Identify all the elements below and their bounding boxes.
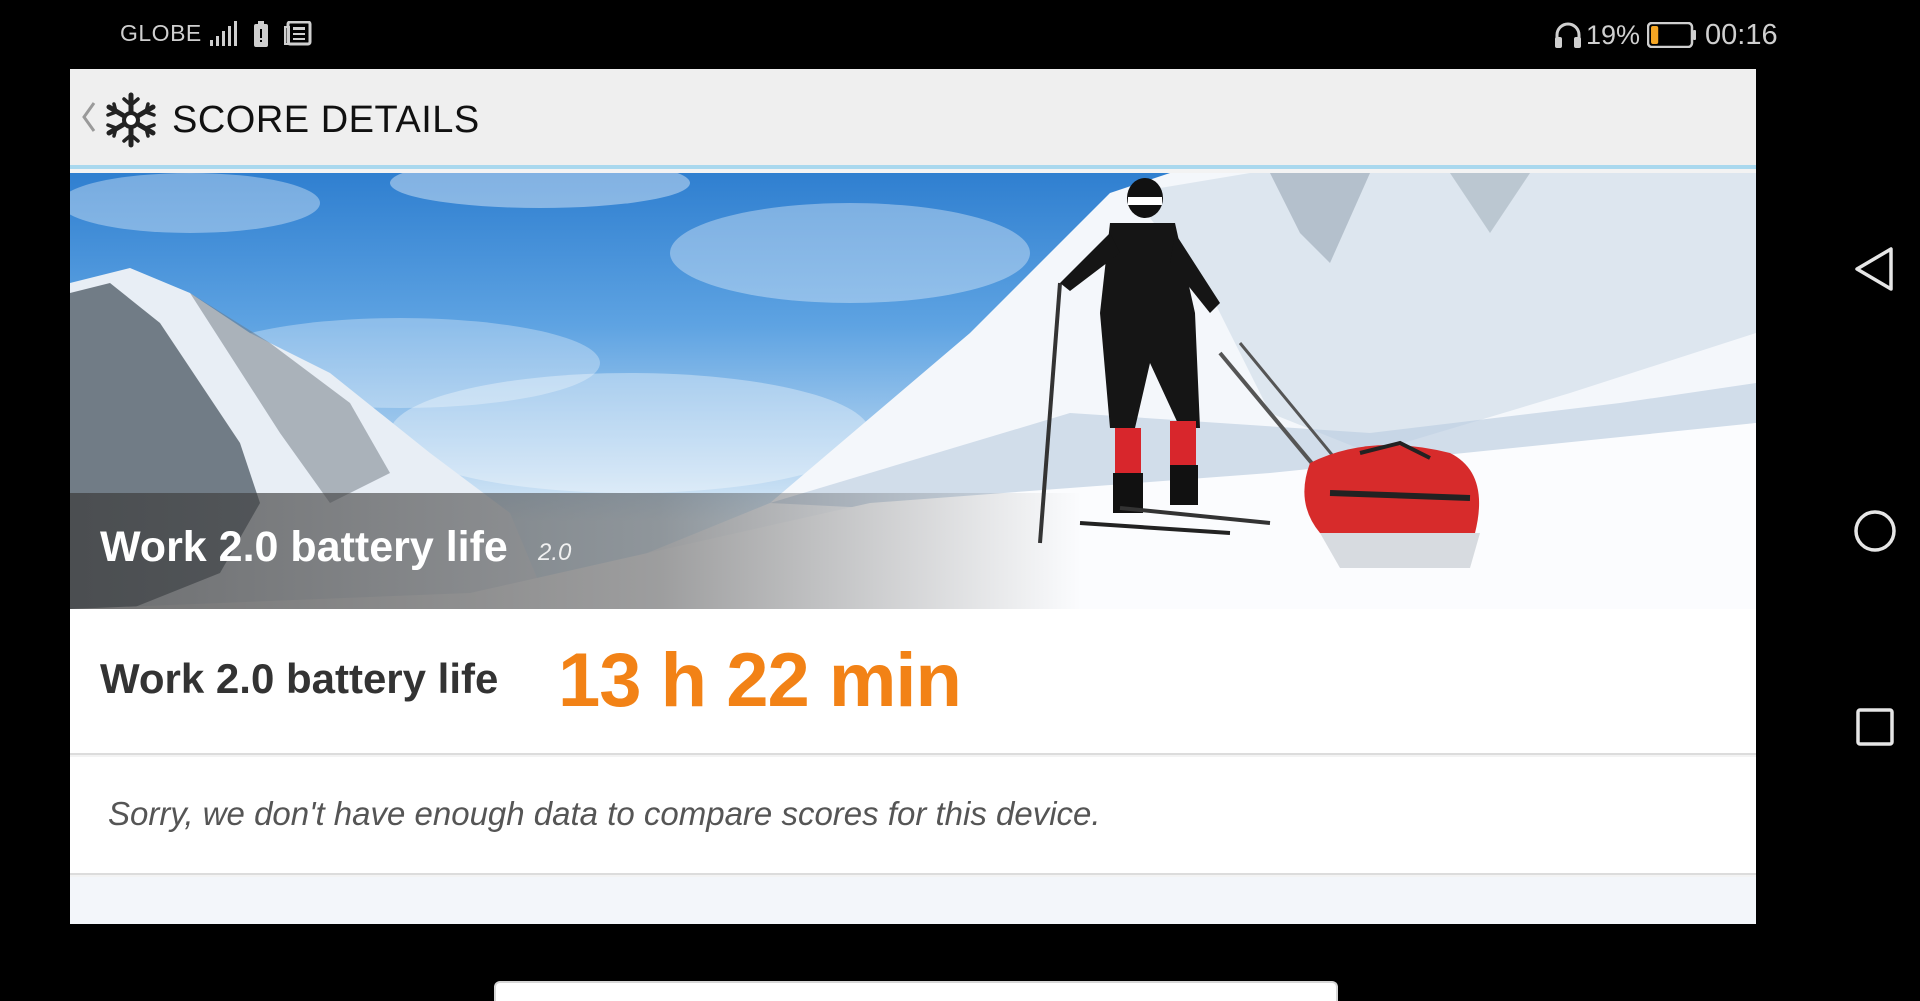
home-circle-icon[interactable]	[1847, 503, 1903, 559]
no-data-message: Sorry, we don't have enough data to comp…	[108, 795, 1101, 832]
carrier-name: GLOBE	[120, 20, 202, 46]
battery-percent: 19%	[1586, 20, 1641, 50]
comparison-card	[494, 981, 1338, 1001]
app-header: SCORE DETAILS	[70, 69, 1756, 169]
signal-icon	[210, 21, 237, 46]
recents-square-icon[interactable]	[1847, 699, 1903, 755]
battery-fill	[1651, 26, 1659, 44]
page-title: SCORE DETAILS	[172, 99, 480, 141]
app-window: SCORE DETAILS Work 2.0 battery life 2.0 …	[70, 69, 1756, 1001]
result-value: 13 h 22 min	[558, 638, 962, 723]
clock: 00:16	[1705, 19, 1778, 51]
comparison-area	[70, 877, 1756, 1001]
snowflake-icon	[106, 92, 156, 148]
back-triangle-icon[interactable]	[1847, 241, 1903, 297]
news-icon	[284, 21, 312, 46]
battery-icon	[1647, 22, 1696, 48]
battery-saver-icon	[254, 21, 268, 47]
status-bar: GLOBE 19% 00:16	[0, 0, 1920, 69]
hero-banner: Work 2.0 battery life 2.0	[70, 173, 1756, 609]
system-nav-bar	[1756, 69, 1920, 924]
hero-title: Work 2.0 battery life	[100, 523, 508, 571]
result-label: Work 2.0 battery life	[100, 655, 499, 702]
message-row: Sorry, we don't have enough data to comp…	[70, 757, 1756, 875]
chevron-left-icon[interactable]	[78, 97, 100, 137]
headphones-icon	[1555, 22, 1581, 48]
hero-version: 2.0	[538, 539, 572, 566]
result-row: Work 2.0 battery life 13 h 22 min	[70, 609, 1756, 755]
